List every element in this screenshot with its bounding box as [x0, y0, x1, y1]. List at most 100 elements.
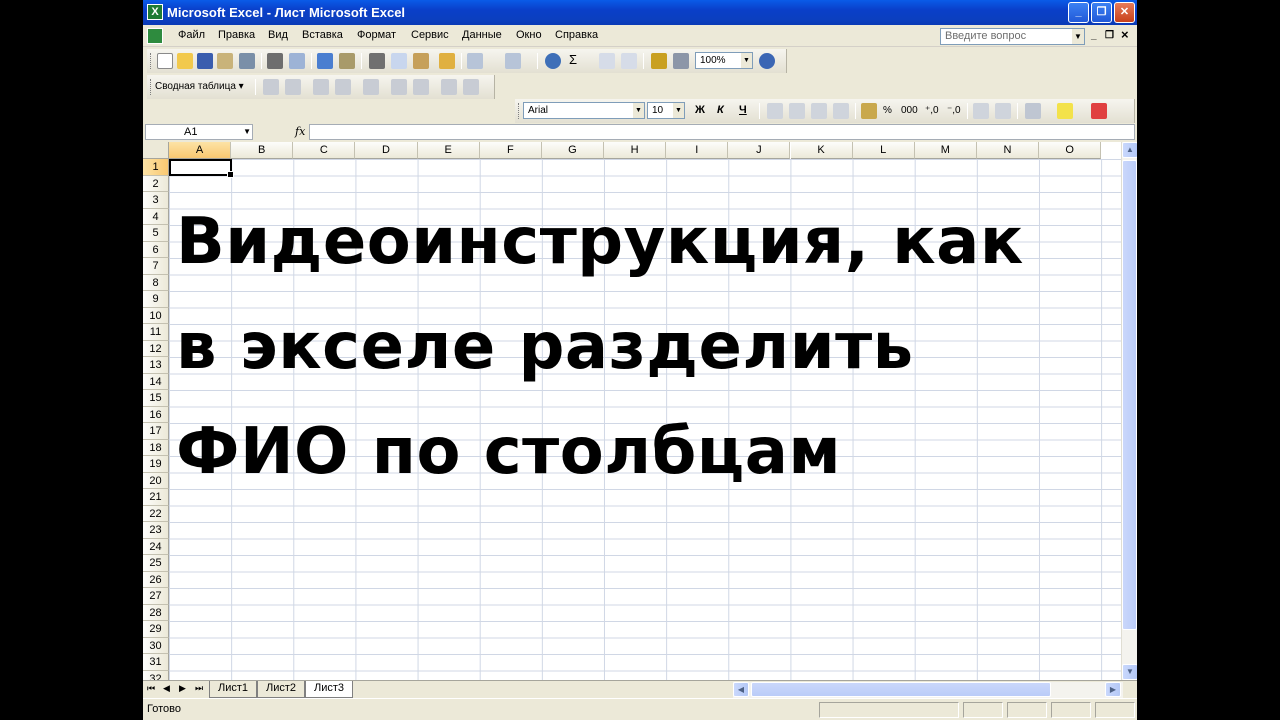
row-header-8[interactable]: 8 [143, 274, 169, 291]
align-right-icon[interactable] [811, 103, 827, 119]
menu-window[interactable]: Окно [516, 29, 542, 41]
hide-field-list-icon[interactable] [413, 79, 429, 95]
menu-insert[interactable]: Вставка [302, 29, 343, 41]
next-sheet-icon[interactable]: ▶ [179, 683, 186, 694]
scroll-right-icon[interactable]: ▶ [1105, 682, 1121, 697]
column-header-h[interactable]: H [604, 142, 667, 159]
chevron-down-icon[interactable]: ▼ [673, 103, 684, 118]
undo-icon[interactable] [467, 53, 483, 69]
column-header-i[interactable]: I [666, 142, 729, 159]
column-header-n[interactable]: N [976, 142, 1040, 159]
chart-wizard-icon[interactable] [651, 53, 667, 69]
row-header-9[interactable]: 9 [143, 291, 169, 308]
redo-icon[interactable] [505, 53, 521, 69]
first-sheet-icon[interactable]: ⏮ [147, 683, 155, 694]
chevron-down-icon[interactable]: ▼ [1072, 29, 1084, 44]
row-header-15[interactable]: 15 [143, 390, 169, 407]
scroll-left-icon[interactable]: ◀ [733, 682, 749, 697]
email-icon[interactable] [239, 53, 255, 69]
help-icon[interactable] [759, 53, 775, 69]
row-header-5[interactable]: 5 [143, 225, 169, 242]
prev-sheet-icon[interactable]: ◀ [163, 683, 170, 694]
decrease-decimal-button[interactable]: ⁻,0 [947, 105, 961, 116]
format-painter-icon[interactable] [439, 53, 455, 69]
scroll-up-icon[interactable]: ▲ [1122, 142, 1137, 158]
chevron-down-icon[interactable]: ▼ [741, 53, 752, 68]
row-header-12[interactable]: 12 [143, 340, 169, 357]
format-report-icon[interactable] [263, 79, 279, 95]
formula-input[interactable] [309, 124, 1135, 140]
row-header-16[interactable]: 16 [143, 406, 169, 423]
row-header-27[interactable]: 27 [143, 588, 169, 605]
close-button[interactable]: ✕ [1114, 2, 1135, 23]
print-icon[interactable] [267, 53, 283, 69]
row-header-17[interactable]: 17 [143, 423, 169, 440]
horizontal-scroll-thumb[interactable] [751, 682, 1051, 697]
horizontal-scrollbar[interactable]: ◀ ▶ [733, 682, 1123, 698]
toolbar-grip[interactable] [150, 53, 153, 69]
font-name-select[interactable]: Arial ▼ [523, 102, 645, 119]
hide-detail-icon[interactable] [313, 79, 329, 95]
column-header-b[interactable]: B [231, 142, 294, 159]
sort-ascending-icon[interactable] [599, 53, 615, 69]
doc-close-button[interactable]: × [1121, 27, 1129, 42]
restore-button[interactable]: ❐ [1091, 2, 1112, 23]
column-header-d[interactable]: D [355, 142, 418, 159]
doc-restore-button[interactable]: ❐ [1105, 30, 1114, 41]
row-header-32[interactable]: 32 [143, 670, 169, 680]
font-color-icon[interactable] [1091, 103, 1107, 119]
excel-app-icon[interactable]: X [147, 4, 163, 20]
doc-minimize-button[interactable]: _ [1091, 30, 1097, 41]
title-bar[interactable]: X Microsoft Excel - Лист Microsoft Excel… [143, 0, 1137, 25]
minimize-button[interactable]: _ [1068, 2, 1089, 23]
row-header-24[interactable]: 24 [143, 538, 169, 555]
row-header-26[interactable]: 26 [143, 571, 169, 588]
row-header-7[interactable]: 7 [143, 258, 169, 275]
print-preview-icon[interactable] [289, 53, 305, 69]
row-header-29[interactable]: 29 [143, 621, 169, 638]
last-sheet-icon[interactable]: ⏭ [195, 683, 203, 694]
spelling-icon[interactable] [317, 53, 333, 69]
active-cell-a1[interactable] [169, 159, 234, 178]
align-center-icon[interactable] [789, 103, 805, 119]
menu-data[interactable]: Данные [462, 29, 502, 41]
show-detail-icon[interactable] [335, 79, 351, 95]
tab-sheet2[interactable]: Лист2 [257, 681, 306, 698]
thousands-button[interactable]: 000 [901, 105, 918, 116]
menu-format[interactable]: Формат [357, 29, 396, 41]
autosum-icon[interactable]: Σ [569, 52, 577, 67]
row-header-31[interactable]: 31 [143, 654, 169, 671]
drawing-icon[interactable] [673, 53, 689, 69]
permission-icon[interactable] [217, 53, 233, 69]
column-header-c[interactable]: C [293, 142, 356, 159]
merge-center-icon[interactable] [833, 103, 849, 119]
zoom-select[interactable]: 100% ▼ [695, 52, 753, 69]
row-header-14[interactable]: 14 [143, 373, 169, 390]
row-header-6[interactable]: 6 [143, 241, 169, 258]
column-header-m[interactable]: M [914, 142, 977, 159]
column-header-k[interactable]: K [790, 142, 853, 159]
field-settings-icon[interactable] [391, 79, 407, 95]
font-size-select[interactable]: 10 ▼ [647, 102, 685, 119]
tab-sheet3[interactable]: Лист3 [305, 681, 354, 698]
toolbar-grip[interactable] [150, 79, 153, 95]
menu-file[interactable]: Файл [178, 29, 205, 41]
row-header-4[interactable]: 4 [143, 208, 169, 225]
row-header-20[interactable]: 20 [143, 472, 169, 489]
workbook-icon[interactable] [147, 28, 163, 44]
menu-help[interactable]: Справка [555, 29, 598, 41]
refresh-data-icon[interactable] [363, 79, 379, 95]
column-header-e[interactable]: E [417, 142, 480, 159]
name-box[interactable]: A1 ▼ [145, 124, 253, 140]
chevron-down-icon[interactable]: ▼ [243, 125, 251, 139]
row-header-11[interactable]: 11 [143, 324, 169, 341]
worksheet-grid[interactable]: ABCDEFGHIJKLMNO 1 2 3 4 5 6 7 8 9 10 11 12 13 14 15 16 1… [143, 142, 1121, 680]
underline-button[interactable]: Ч [739, 104, 747, 116]
menu-view[interactable]: Вид [268, 29, 288, 41]
row-header-28[interactable]: 28 [143, 604, 169, 621]
percent-button[interactable]: % [883, 105, 892, 116]
increase-decimal-button[interactable]: ⁺,0 [925, 105, 939, 116]
increase-indent-icon[interactable] [995, 103, 1011, 119]
column-header-j[interactable]: J [728, 142, 791, 159]
help-search-input[interactable]: Введите вопрос ▼ [940, 28, 1085, 45]
